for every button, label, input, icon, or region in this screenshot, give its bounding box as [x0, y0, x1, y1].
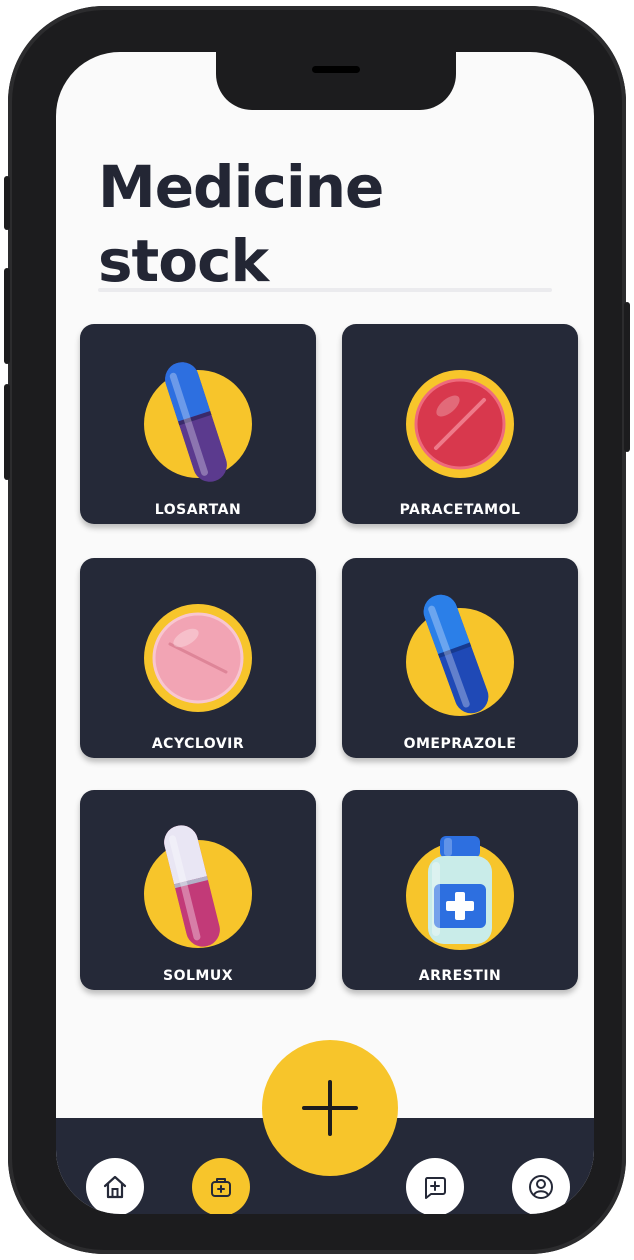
speaker [312, 66, 360, 73]
medicine-name: ARRESTIN [418, 968, 502, 984]
medicine-bottle-icon [406, 836, 514, 950]
red-tablet-icon [406, 370, 514, 478]
medicine-name: OMEPRAZOLE [403, 736, 517, 752]
title-divider [98, 288, 552, 292]
medicine-card-omeprazole[interactable]: OMEPRAZOLE [342, 558, 578, 758]
volume-up-button [4, 268, 10, 364]
medicine-name: LOSARTAN [154, 502, 242, 518]
medicine-name: ACYCLOVIR [151, 736, 245, 752]
app-screen: Medicine stock LOSARTAN PARACETAMOL ACYC… [56, 52, 594, 1214]
mute-switch [4, 176, 10, 230]
capsule-blue-purple-icon [144, 357, 252, 487]
phone-frame: Medicine stock LOSARTAN PARACETAMOL ACYC… [4, 6, 630, 1254]
medicine-name: SOLMUX [163, 968, 233, 984]
nav-stock-button[interactable] [192, 1158, 250, 1214]
capsule-blue-icon [406, 589, 514, 719]
capsule-pink-white-icon [144, 821, 252, 951]
medicine-card-losartan[interactable]: LOSARTAN [80, 324, 316, 524]
nav-add-prescription-button[interactable] [406, 1158, 464, 1214]
medicine-card-solmux[interactable]: SOLMUX [80, 790, 316, 990]
pink-tablet-icon [144, 604, 252, 712]
page-title-line-1: Medicine [98, 153, 384, 221]
add-medicine-fab[interactable] [262, 1040, 398, 1176]
home-icon [103, 1175, 127, 1199]
nav-home-button[interactable] [86, 1158, 144, 1214]
power-button [624, 302, 630, 452]
nav-profile-button[interactable] [512, 1158, 570, 1214]
medicine-card-arrestin[interactable]: ARRESTIN [342, 790, 578, 990]
plus-icon [302, 1080, 358, 1136]
medicine-card-paracetamol[interactable]: PARACETAMOL [342, 324, 578, 524]
medicine-box-icon [211, 1178, 231, 1197]
notch [216, 52, 456, 110]
medicine-name: PARACETAMOL [399, 502, 521, 518]
add-bubble-icon [424, 1177, 446, 1199]
user-icon [529, 1175, 553, 1199]
volume-down-button [4, 384, 10, 480]
page-title: Medicine stock [98, 150, 384, 298]
page-title-line-2: stock [98, 227, 269, 295]
medicine-card-acyclovir[interactable]: ACYCLOVIR [80, 558, 316, 758]
